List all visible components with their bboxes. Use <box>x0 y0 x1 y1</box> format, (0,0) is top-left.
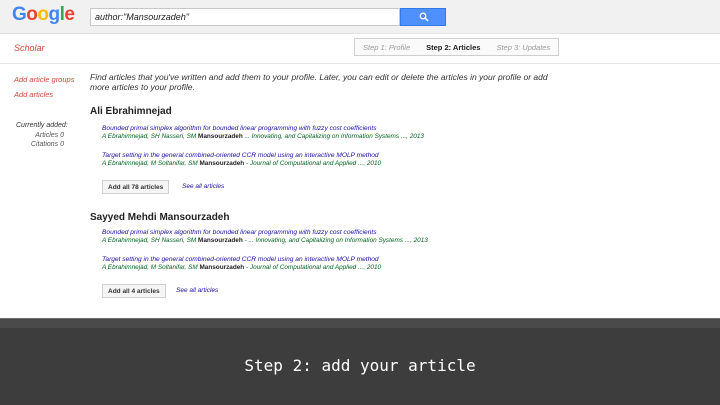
tab-step-1[interactable]: Step 1: Profile <box>355 39 418 55</box>
author-name[interactable]: Sayyed Mehdi Mansourzadeh <box>90 212 570 223</box>
article-title[interactable]: Target setting in the general combined-o… <box>102 152 502 159</box>
article-venue: ... Innovating, and Capitalizing on Info… <box>242 133 424 140</box>
logo-letter: e <box>64 4 75 25</box>
article-title[interactable]: Bounded primal simplex algorithm for bou… <box>102 229 502 236</box>
author-name[interactable]: Ali Ebrahimnejad <box>90 106 570 117</box>
highlight-name: Mansourzadeh <box>199 264 245 271</box>
article-meta: A Ebrahimnejad, M Soltanifar, SM Mansour… <box>102 160 502 167</box>
article-authors: A Ebrahimnejad, M Soltanifar, SM <box>102 160 200 167</box>
article-meta: A Ebrahimnejad, M Soltanifar, SM Mansour… <box>102 264 502 271</box>
top-bar: Google author:"Mansourzadeh" <box>0 0 720 34</box>
add-all-articles-button[interactable]: Add all 78 articles <box>102 180 170 194</box>
add-articles-link[interactable]: Add articles <box>14 90 84 99</box>
article-item: Target setting in the general combined-o… <box>102 256 502 271</box>
author-group: Ali Ebrahimnejad Bounded primal simplex … <box>90 106 570 194</box>
article-title[interactable]: Target setting in the general combined-o… <box>102 256 502 263</box>
logo-letter: o <box>26 4 38 25</box>
slide-caption: Step 2: add your article <box>244 356 476 375</box>
highlight-name: Mansourzadeh <box>198 237 243 244</box>
search-icon <box>419 12 429 22</box>
article-title[interactable]: Bounded primal simplex algorithm for bou… <box>102 125 502 132</box>
search-input[interactable]: author:"Mansourzadeh" <box>90 8 400 26</box>
sidebar: Add article groups Add articles <box>14 75 84 105</box>
tab-step-2[interactable]: Step 2: Articles <box>418 39 488 55</box>
intro-text: Find articles that you've written and ad… <box>90 72 548 92</box>
article-authors: A Ebrahimnejad, SH Nasseri, SM <box>102 133 199 140</box>
article-authors: A Ebrahimnejad, SH Nasseri, SM <box>102 237 199 244</box>
stats-panel: Currently added: Articles 0 Citations 0 <box>16 122 72 149</box>
scholar-screenshot: Google author:"Mansourzadeh" Scholar Ste… <box>0 0 720 318</box>
author-group: Sayyed Mehdi Mansourzadeh Bounded primal… <box>90 212 570 298</box>
see-all-articles-link[interactable]: See all articles <box>176 287 218 294</box>
add-all-articles-button[interactable]: Add all 4 articles <box>102 284 166 298</box>
article-meta: A Ebrahimnejad, SH Nasseri, SM Mansourza… <box>102 237 502 244</box>
logo-letter: G <box>12 4 27 25</box>
stat-articles: Articles 0 <box>35 132 64 139</box>
stat-citations: Citations 0 <box>30 141 64 148</box>
see-all-articles-link[interactable]: See all articles <box>182 183 224 190</box>
article-venue: - ... Innovating, and Capitalizing on In… <box>242 237 428 244</box>
scholar-label[interactable]: Scholar <box>14 43 45 53</box>
article-item: Bounded primal simplex algorithm for bou… <box>102 229 502 244</box>
sub-bar: Scholar Step 1: Profile Step 2: Articles… <box>0 34 720 64</box>
slide-divider <box>0 318 720 328</box>
logo-letter: o <box>37 4 49 25</box>
article-venue: - Journal of Computational and Applied .… <box>244 264 382 271</box>
add-article-groups-link[interactable]: Add article groups <box>14 75 84 84</box>
google-logo[interactable]: Google <box>12 4 75 26</box>
logo-letter: g <box>48 4 61 25</box>
highlight-name: Mansourzadeh <box>198 133 243 140</box>
search-button[interactable] <box>400 8 446 26</box>
article-item: Target setting in the general combined-o… <box>102 152 502 167</box>
highlight-name: Mansourzadeh <box>199 160 245 167</box>
stats-title: Currently added: <box>16 122 68 129</box>
main-content: Find articles that you've written and ad… <box>90 72 570 298</box>
article-meta: A Ebrahimnejad, SH Nasseri, SM Mansourza… <box>102 133 502 140</box>
step-tabs: Step 1: Profile Step 2: Articles Step 3:… <box>354 38 560 56</box>
tab-step-3[interactable]: Step 3: Updates <box>488 39 558 55</box>
article-venue: - Journal of Computational and Applied .… <box>244 160 382 167</box>
article-authors: A Ebrahimnejad, M Soltanifar, SM <box>102 264 200 271</box>
article-item: Bounded primal simplex algorithm for bou… <box>102 125 502 140</box>
